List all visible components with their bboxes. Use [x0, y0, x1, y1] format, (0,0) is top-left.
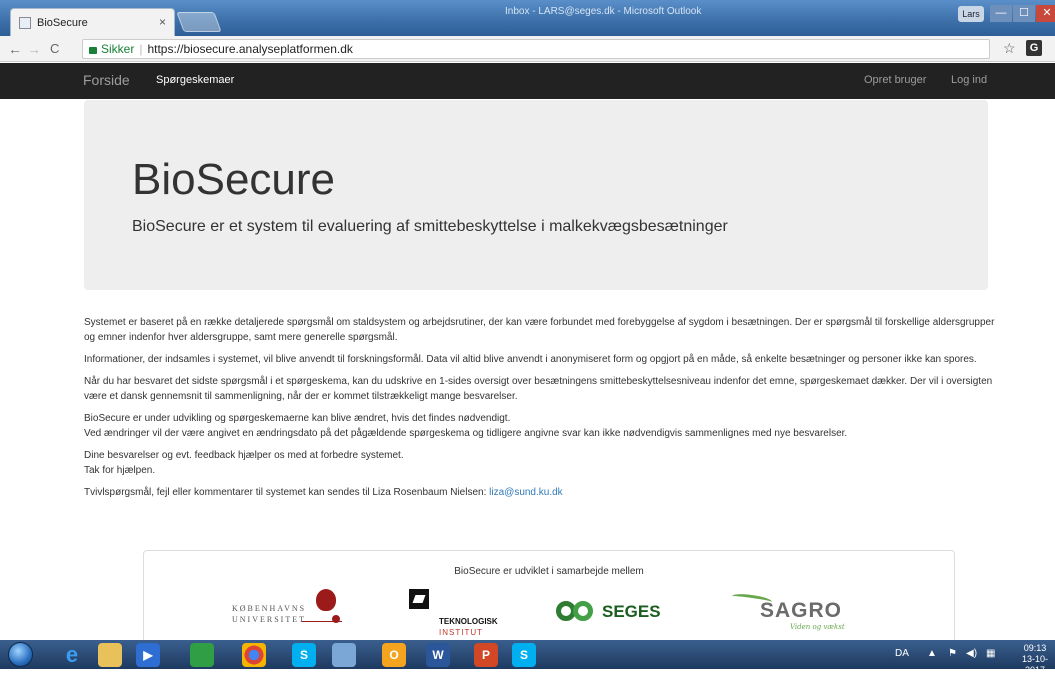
sagro-tagline: Viden og vækst	[790, 623, 845, 631]
background-window-title: Inbox - LARS@seges.dk - Microsoft Outloo…	[505, 6, 702, 17]
intro-paragraph-4-line-1: BioSecure er under udvikling og spørgesk…	[84, 413, 511, 424]
seges-logo: SEGES	[556, 601, 666, 629]
ku-logo-line-2: UNIVERSITET	[232, 615, 306, 624]
internet-explorer-icon[interactable]: e	[60, 643, 84, 667]
intro-paragraph-5-line-1: Dine besvarelser og evt. feedback hjælpe…	[84, 450, 404, 461]
intro-content: Systemet er baseret på en række detaljer…	[84, 315, 996, 507]
network-app-icon[interactable]	[332, 643, 356, 667]
skype-business-icon[interactable]: S	[512, 643, 536, 667]
contact-paragraph: Tvivlspørgsmål, fejl eller kommentarer t…	[84, 485, 996, 500]
url-input[interactable]: Sikker | https://biosecure.analyseplatfo…	[82, 39, 990, 59]
nav-link-log-ind[interactable]: Log ind	[951, 74, 987, 86]
word-icon[interactable]: W	[426, 643, 450, 667]
address-bar-row: ← → C Sikker | https://biosecure.analyse…	[0, 36, 1055, 62]
nav-link-opret-bruger[interactable]: Opret bruger	[864, 74, 926, 86]
jumbotron: BioSecure BioSecure er et system til eva…	[84, 100, 988, 290]
site-navbar: Forside Spørgeskemaer Opret bruger Log i…	[0, 63, 1055, 99]
tab-title: BioSecure	[37, 16, 88, 29]
windows-taskbar: e ▶ S O W P S DA ▲ ⚑ ◀) ▦ 09:13 13-10-20…	[0, 640, 1055, 675]
seges-ring-icon-2	[573, 601, 593, 621]
ti-mark-icon	[409, 589, 429, 609]
sagro-logo-text: SAGRO	[760, 599, 843, 622]
url-text: https://biosecure.analyseplatformen.dk	[147, 42, 353, 56]
file-explorer-icon[interactable]	[98, 643, 122, 667]
start-button-icon[interactable]	[8, 642, 33, 667]
intro-paragraph-3: Når du har besvaret det sidste spørgsmål…	[84, 376, 993, 402]
url-separator: |	[139, 42, 143, 56]
page-subtitle: BioSecure er et system til evaluering af…	[132, 218, 728, 235]
media-player-icon[interactable]: ▶	[136, 643, 160, 667]
ti-logo-line-1: TEKNOLOGISK	[439, 617, 498, 626]
lock-icon	[89, 46, 97, 54]
ku-logo: KØBENHAVNS UNIVERSITET	[232, 589, 352, 629]
intro-paragraph-5-line-2: Tak for hjælpen.	[84, 465, 156, 476]
ti-logo-line-2: INSTITUT	[439, 628, 483, 637]
tray-network-icon[interactable]: ▦	[986, 648, 995, 659]
extension-icon[interactable]: G	[1026, 40, 1042, 56]
secure-label: Sikker	[101, 42, 135, 56]
new-tab-button[interactable]	[176, 12, 222, 32]
contact-email-link[interactable]: liza@sund.ku.dk	[489, 487, 563, 498]
chrome-icon[interactable]	[242, 643, 266, 667]
seges-logo-text: SEGES	[602, 602, 661, 621]
clock-time: 09:13	[1023, 643, 1047, 653]
intro-paragraph-4-line-2: Ved ændringer vil der være angivet en æn…	[84, 428, 848, 439]
intro-paragraph-4: BioSecure er under udvikling og spørgesk…	[84, 411, 996, 441]
contact-text: Tvivlspørgsmål, fejl eller kommentarer t…	[84, 487, 490, 498]
partners-title: BioSecure er udviklet i samarbejde melle…	[454, 566, 644, 577]
nav-link-spoergeskemaer[interactable]: Spørgeskemaer	[156, 74, 234, 86]
ku-logo-line-1: KØBENHAVNS	[232, 604, 307, 613]
forward-arrow-icon[interactable]: →	[27, 41, 41, 57]
ku-seal-icon	[316, 589, 336, 611]
ku-logo-text: KØBENHAVNS UNIVERSITET	[232, 603, 306, 625]
sagro-logo: SAGRO Viden og vækst	[731, 592, 862, 633]
back-arrow-icon[interactable]: ←	[8, 41, 22, 57]
partners-panel: BioSecure er udviklet i samarbejde melle…	[143, 550, 955, 650]
language-indicator[interactable]: DA	[895, 648, 909, 659]
tray-flag-icon[interactable]: ⚑	[948, 648, 957, 659]
outlook-icon[interactable]: O	[382, 643, 406, 667]
clock-date: 13-10-2017	[1021, 654, 1048, 675]
window-minimize-button[interactable]: —	[990, 5, 1012, 22]
browser-user-badge[interactable]: Lars	[958, 6, 984, 22]
browser-tab-bar: BioSecure × Inbox - LARS@seges.dk - Micr…	[0, 0, 1055, 36]
tray-volume-icon[interactable]: ◀)	[966, 648, 977, 659]
intro-paragraph-5: Dine besvarelser og evt. feedback hjælpe…	[84, 448, 996, 478]
bookmark-star-icon[interactable]: ☆	[1003, 40, 1016, 57]
reload-icon[interactable]: C	[50, 41, 59, 56]
skype-icon[interactable]: S	[292, 643, 316, 667]
tray-chevron-icon[interactable]: ▲	[927, 648, 937, 659]
green-app-icon[interactable]	[190, 643, 214, 667]
taskbar-clock[interactable]: 09:13 13-10-2017	[1015, 643, 1055, 676]
window-close-button[interactable]: ✕	[1036, 5, 1055, 22]
teknologisk-institut-logo: TEKNOLOGISK INSTITUT	[409, 589, 499, 637]
powerpoint-icon[interactable]: P	[474, 643, 498, 667]
page-favicon-icon	[19, 16, 31, 29]
intro-paragraph-2: Informationer, der indsamles i systemet,…	[84, 354, 977, 365]
intro-paragraph-1: Systemet er baseret på en række detaljer…	[84, 317, 995, 343]
browser-tab[interactable]: BioSecure ×	[10, 8, 175, 36]
nav-brand-forside[interactable]: Forside	[83, 72, 130, 88]
window-maximize-button[interactable]: ☐	[1013, 5, 1035, 22]
ku-dot-icon	[332, 615, 340, 623]
tab-close-icon[interactable]: ×	[159, 15, 166, 29]
page-title: BioSecure	[132, 155, 336, 204]
